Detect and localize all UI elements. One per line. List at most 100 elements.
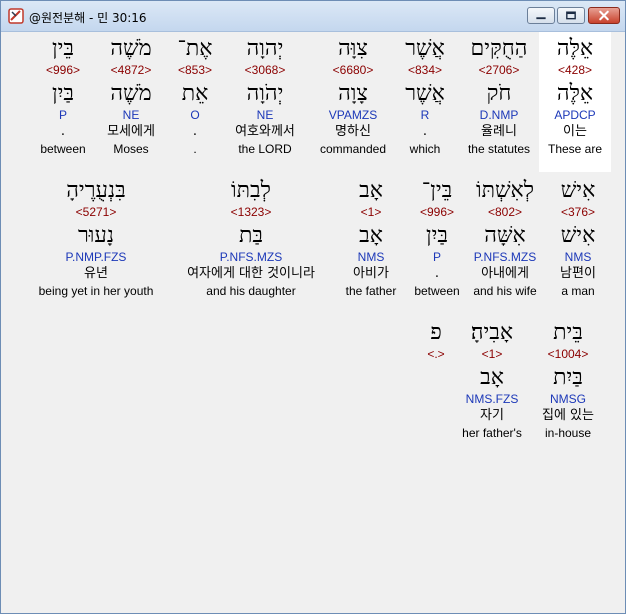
strong-number: <834> <box>407 63 443 77</box>
hebrew-word: יְהוָה <box>246 36 284 61</box>
strong-number: <5271> <box>75 205 117 219</box>
parse-code: P <box>432 250 441 264</box>
hebrew-word: אָב <box>359 178 383 203</box>
korean-gloss: 유년 <box>84 266 108 281</box>
close-icon <box>599 10 609 21</box>
word-cell-2-1[interactable]: אִישׁ <376> אִישׁ NMS 남편이 a man <box>543 174 613 314</box>
korean-gloss: . <box>434 266 440 281</box>
hebrew-word: פ <box>430 320 442 345</box>
word-cell-1-6[interactable]: אֶת־ <853> אֵת O . . <box>171 32 219 172</box>
word-cell-1-4[interactable]: צִוָּה <6680> צָוָה VPAMZS 명하신 commanded <box>313 32 393 172</box>
hebrew-word: לְבִתּוֹ <box>231 178 271 203</box>
maximize-button[interactable] <box>557 7 585 24</box>
hebrew-word: אֲשֶׁר <box>405 36 445 61</box>
hebrew-word: בֵּין <box>52 36 74 61</box>
word-cell-1-5[interactable]: יְהוָה <3068> יְהֹוָה NE 여호와께서 the LORD <box>223 32 307 172</box>
hebrew-word: בֵּין־ <box>421 178 453 203</box>
hebrew-word: אָבִיהָ׃ <box>470 320 514 345</box>
word-cell-1-1[interactable]: אֵלֶּה <428> אֵלֶּה APDCP 이는 These are <box>539 32 611 172</box>
strong-number: <996> <box>419 205 455 219</box>
english-gloss: . <box>193 142 197 156</box>
word-cell-2-3[interactable]: בֵּין־ <996> בַּיִן P . between <box>409 174 465 314</box>
maximize-icon <box>566 11 576 20</box>
strong-number: <4872> <box>110 63 152 77</box>
english-gloss: Moses <box>113 142 149 156</box>
strong-number: <853> <box>177 63 213 77</box>
parse-code: R <box>420 108 430 122</box>
english-gloss: the father <box>345 284 397 298</box>
korean-gloss: 이는 <box>563 124 587 139</box>
parse-code: APDCP <box>554 108 596 122</box>
english-gloss: These are <box>547 142 603 156</box>
strong-number: <1> <box>481 347 503 361</box>
english-gloss: which <box>409 142 441 156</box>
korean-gloss: 율례니 <box>481 124 517 139</box>
korean-gloss: 남편이 <box>560 266 596 281</box>
close-button[interactable] <box>588 7 620 24</box>
word-cell-2-5[interactable]: לְבִתּוֹ <1323> בַּת P.NFS.MZS 여자에게 대한 것… <box>169 174 333 314</box>
english-gloss: between <box>40 142 86 156</box>
parse-code: O <box>190 108 200 122</box>
korean-gloss: 명하신 <box>335 124 371 139</box>
word-cell-2-4[interactable]: אָב <1> אָב NMS 아비가 the father <box>339 174 403 314</box>
korean-gloss: . <box>192 124 198 139</box>
english-gloss: and his daughter <box>206 284 296 298</box>
english-gloss: the statutes <box>467 142 531 156</box>
word-cell-1-2[interactable]: הַחֻקִּים <2706> חֹק D.NMP 율례니 the statu… <box>461 32 537 172</box>
korean-gloss: 아내에게 <box>481 266 529 281</box>
strong-number: <996> <box>45 63 81 77</box>
hebrew-word: אֶת־ <box>177 36 213 61</box>
strong-number: <802> <box>487 205 523 219</box>
lemma-word: מֹשֶׁה <box>110 81 152 106</box>
lemma-word: בַּיִן <box>426 223 448 248</box>
parse-code: NMSG <box>550 392 586 406</box>
lemma-word: אָב <box>480 365 504 390</box>
korean-gloss: 자기 <box>480 408 504 423</box>
interlinear-view: אֵלֶּה <428> אֵלֶּה APDCP 이는 These are ה… <box>5 32 621 608</box>
word-cell-1-8[interactable]: בֵּין <996> בַּיִן P . between <box>33 32 93 172</box>
strong-number: <3068> <box>244 63 286 77</box>
bible-app-icon <box>8 8 24 24</box>
parse-code: VPAMZS <box>328 108 378 122</box>
english-gloss: in-house <box>544 426 592 440</box>
lemma-word: בַּיִן <box>52 81 74 106</box>
korean-gloss: . <box>422 124 428 139</box>
word-cell-2-2[interactable]: לְאִשְׁתּוֹ <802> אִשָּׁה P.NFS.MZS 아내에게… <box>467 174 543 314</box>
minimize-button[interactable] <box>527 7 555 24</box>
word-cell-3-1[interactable]: בֵּית <1004> בַּיִת NMSG 집에 있는 in-house <box>535 316 601 456</box>
parse-code: NMS <box>564 250 592 264</box>
word-cell-3-3[interactable]: פ <.> <box>419 316 453 456</box>
hebrew-word: בִּנְעֻרֶיהָ <box>66 178 126 203</box>
english-gloss: being yet in her youth <box>38 284 154 298</box>
lemma-word: אֲשֶׁר <box>405 81 445 106</box>
lemma-word: אָב <box>359 223 383 248</box>
korean-gloss: 모세에게 <box>107 124 155 139</box>
english-gloss: her father's <box>462 426 522 440</box>
parse-code: P.NFS.MZS <box>219 250 283 264</box>
word-cell-2-6[interactable]: בִּנְעֻרֶיהָ <5271> נָעוּר P.NMP.FZS 유년 … <box>29 174 163 314</box>
parse-code: P <box>58 108 67 122</box>
hebrew-word: צִוָּה <box>338 36 368 61</box>
strong-number: <1323> <box>230 205 272 219</box>
word-cell-1-3[interactable]: אֲשֶׁר <834> אֲשֶׁר R . which <box>397 32 453 172</box>
window-title: @원전분해 - 민 30:16 <box>29 11 147 25</box>
hebrew-word: הַחֻקִּים <box>470 36 528 61</box>
parse-code: P.NMP.FZS <box>65 250 127 264</box>
korean-gloss: 집에 있는 <box>542 408 594 423</box>
strong-number: <2706> <box>478 63 520 77</box>
parse-code: NE <box>256 108 274 122</box>
word-cell-1-7[interactable]: מֹשֶׁה <4872> מֹשֶׁה NE 모세에게 Moses <box>99 32 163 172</box>
lemma-word: בַּת <box>238 223 264 248</box>
lemma-word: יְהֹוָה <box>246 81 284 106</box>
strong-number: <376> <box>560 205 596 219</box>
app-window: @원전분해 - 민 30:16 אֵלֶּה <428> אֵלֶּה APDC… <box>0 0 626 614</box>
parse-code: NMS <box>357 250 385 264</box>
lemma-word: אִישׁ <box>560 223 596 248</box>
english-gloss: and his wife <box>473 284 537 298</box>
strong-number: <1> <box>360 205 382 219</box>
title-bar[interactable]: @원전분해 - 민 30:16 <box>1 1 625 32</box>
parse-code: P.NFS.MZS <box>473 250 537 264</box>
word-cell-3-2[interactable]: אָבִיהָ׃ <1> אָב NMS.FZS 자기 her father's <box>457 316 527 456</box>
korean-gloss: . <box>60 124 66 139</box>
english-gloss: between <box>414 284 460 298</box>
